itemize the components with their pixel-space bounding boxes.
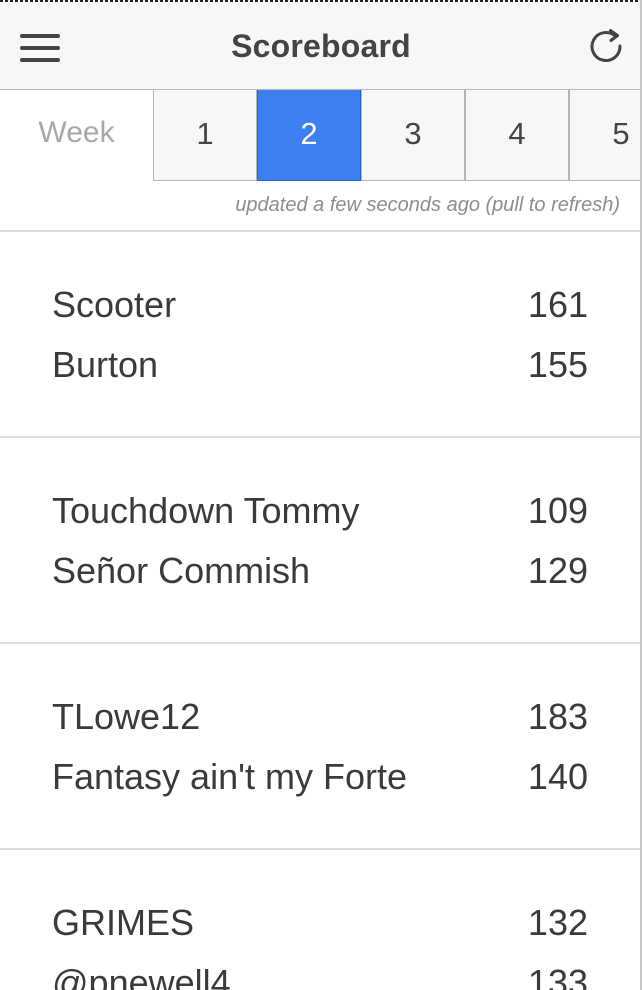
refresh-icon bbox=[590, 29, 622, 62]
team-row: GRIMES 132 bbox=[52, 902, 588, 950]
matchup-card[interactable]: GRIMES 132 @pnewell4 133 bbox=[0, 850, 642, 990]
team-name: @pnewell4 bbox=[52, 962, 231, 990]
team-name: Señor Commish bbox=[52, 550, 311, 591]
matchup-card[interactable]: Scooter 161 Burton 155 bbox=[0, 232, 642, 438]
team-row: Fantasy ain't my Forte 140 bbox=[52, 756, 588, 804]
week-tab-2[interactable]: 2 bbox=[257, 90, 361, 181]
team-score: 133 bbox=[527, 962, 588, 990]
team-row: Señor Commish 129 bbox=[52, 550, 588, 598]
team-row: Burton 155 bbox=[52, 344, 588, 392]
team-row: TLowe12 183 bbox=[52, 696, 588, 744]
team-score: 161 bbox=[527, 284, 588, 325]
matchup-card[interactable]: TLowe12 183 Fantasy ain't my Forte 140 bbox=[0, 644, 642, 850]
week-tab-5[interactable]: 5 bbox=[569, 90, 642, 181]
team-name: TLowe12 bbox=[52, 696, 201, 737]
nav-header: Scoreboard bbox=[0, 2, 642, 90]
team-score: 155 bbox=[527, 344, 588, 385]
team-row: Touchdown Tommy 109 bbox=[52, 490, 588, 538]
team-score: 132 bbox=[527, 902, 588, 943]
team-score: 109 bbox=[527, 490, 588, 531]
week-tab-4[interactable]: 4 bbox=[465, 90, 569, 181]
team-name: Touchdown Tommy bbox=[52, 490, 360, 531]
team-score: 140 bbox=[527, 756, 588, 797]
team-name: Burton bbox=[52, 344, 159, 385]
matchup-card[interactable]: Touchdown Tommy 109 Señor Commish 129 bbox=[0, 438, 642, 644]
week-tab-3[interactable]: 3 bbox=[361, 90, 465, 181]
week-selector: Week 1 2 3 4 5 bbox=[0, 90, 642, 182]
team-score: 129 bbox=[527, 550, 588, 591]
week-label: Week bbox=[38, 116, 115, 149]
team-row: Scooter 161 bbox=[52, 284, 588, 332]
page-title: Scoreboard bbox=[231, 28, 411, 64]
refresh-button[interactable] bbox=[584, 24, 628, 68]
team-name: Scooter bbox=[52, 284, 177, 325]
team-name: Fantasy ain't my Forte bbox=[52, 756, 407, 797]
team-row: @pnewell4 133 bbox=[52, 962, 588, 990]
last-updated-status: updated a few seconds ago (pull to refre… bbox=[235, 194, 620, 216]
week-tab-1[interactable]: 1 bbox=[153, 90, 257, 181]
team-score: 183 bbox=[527, 696, 588, 737]
team-name: GRIMES bbox=[52, 902, 195, 943]
